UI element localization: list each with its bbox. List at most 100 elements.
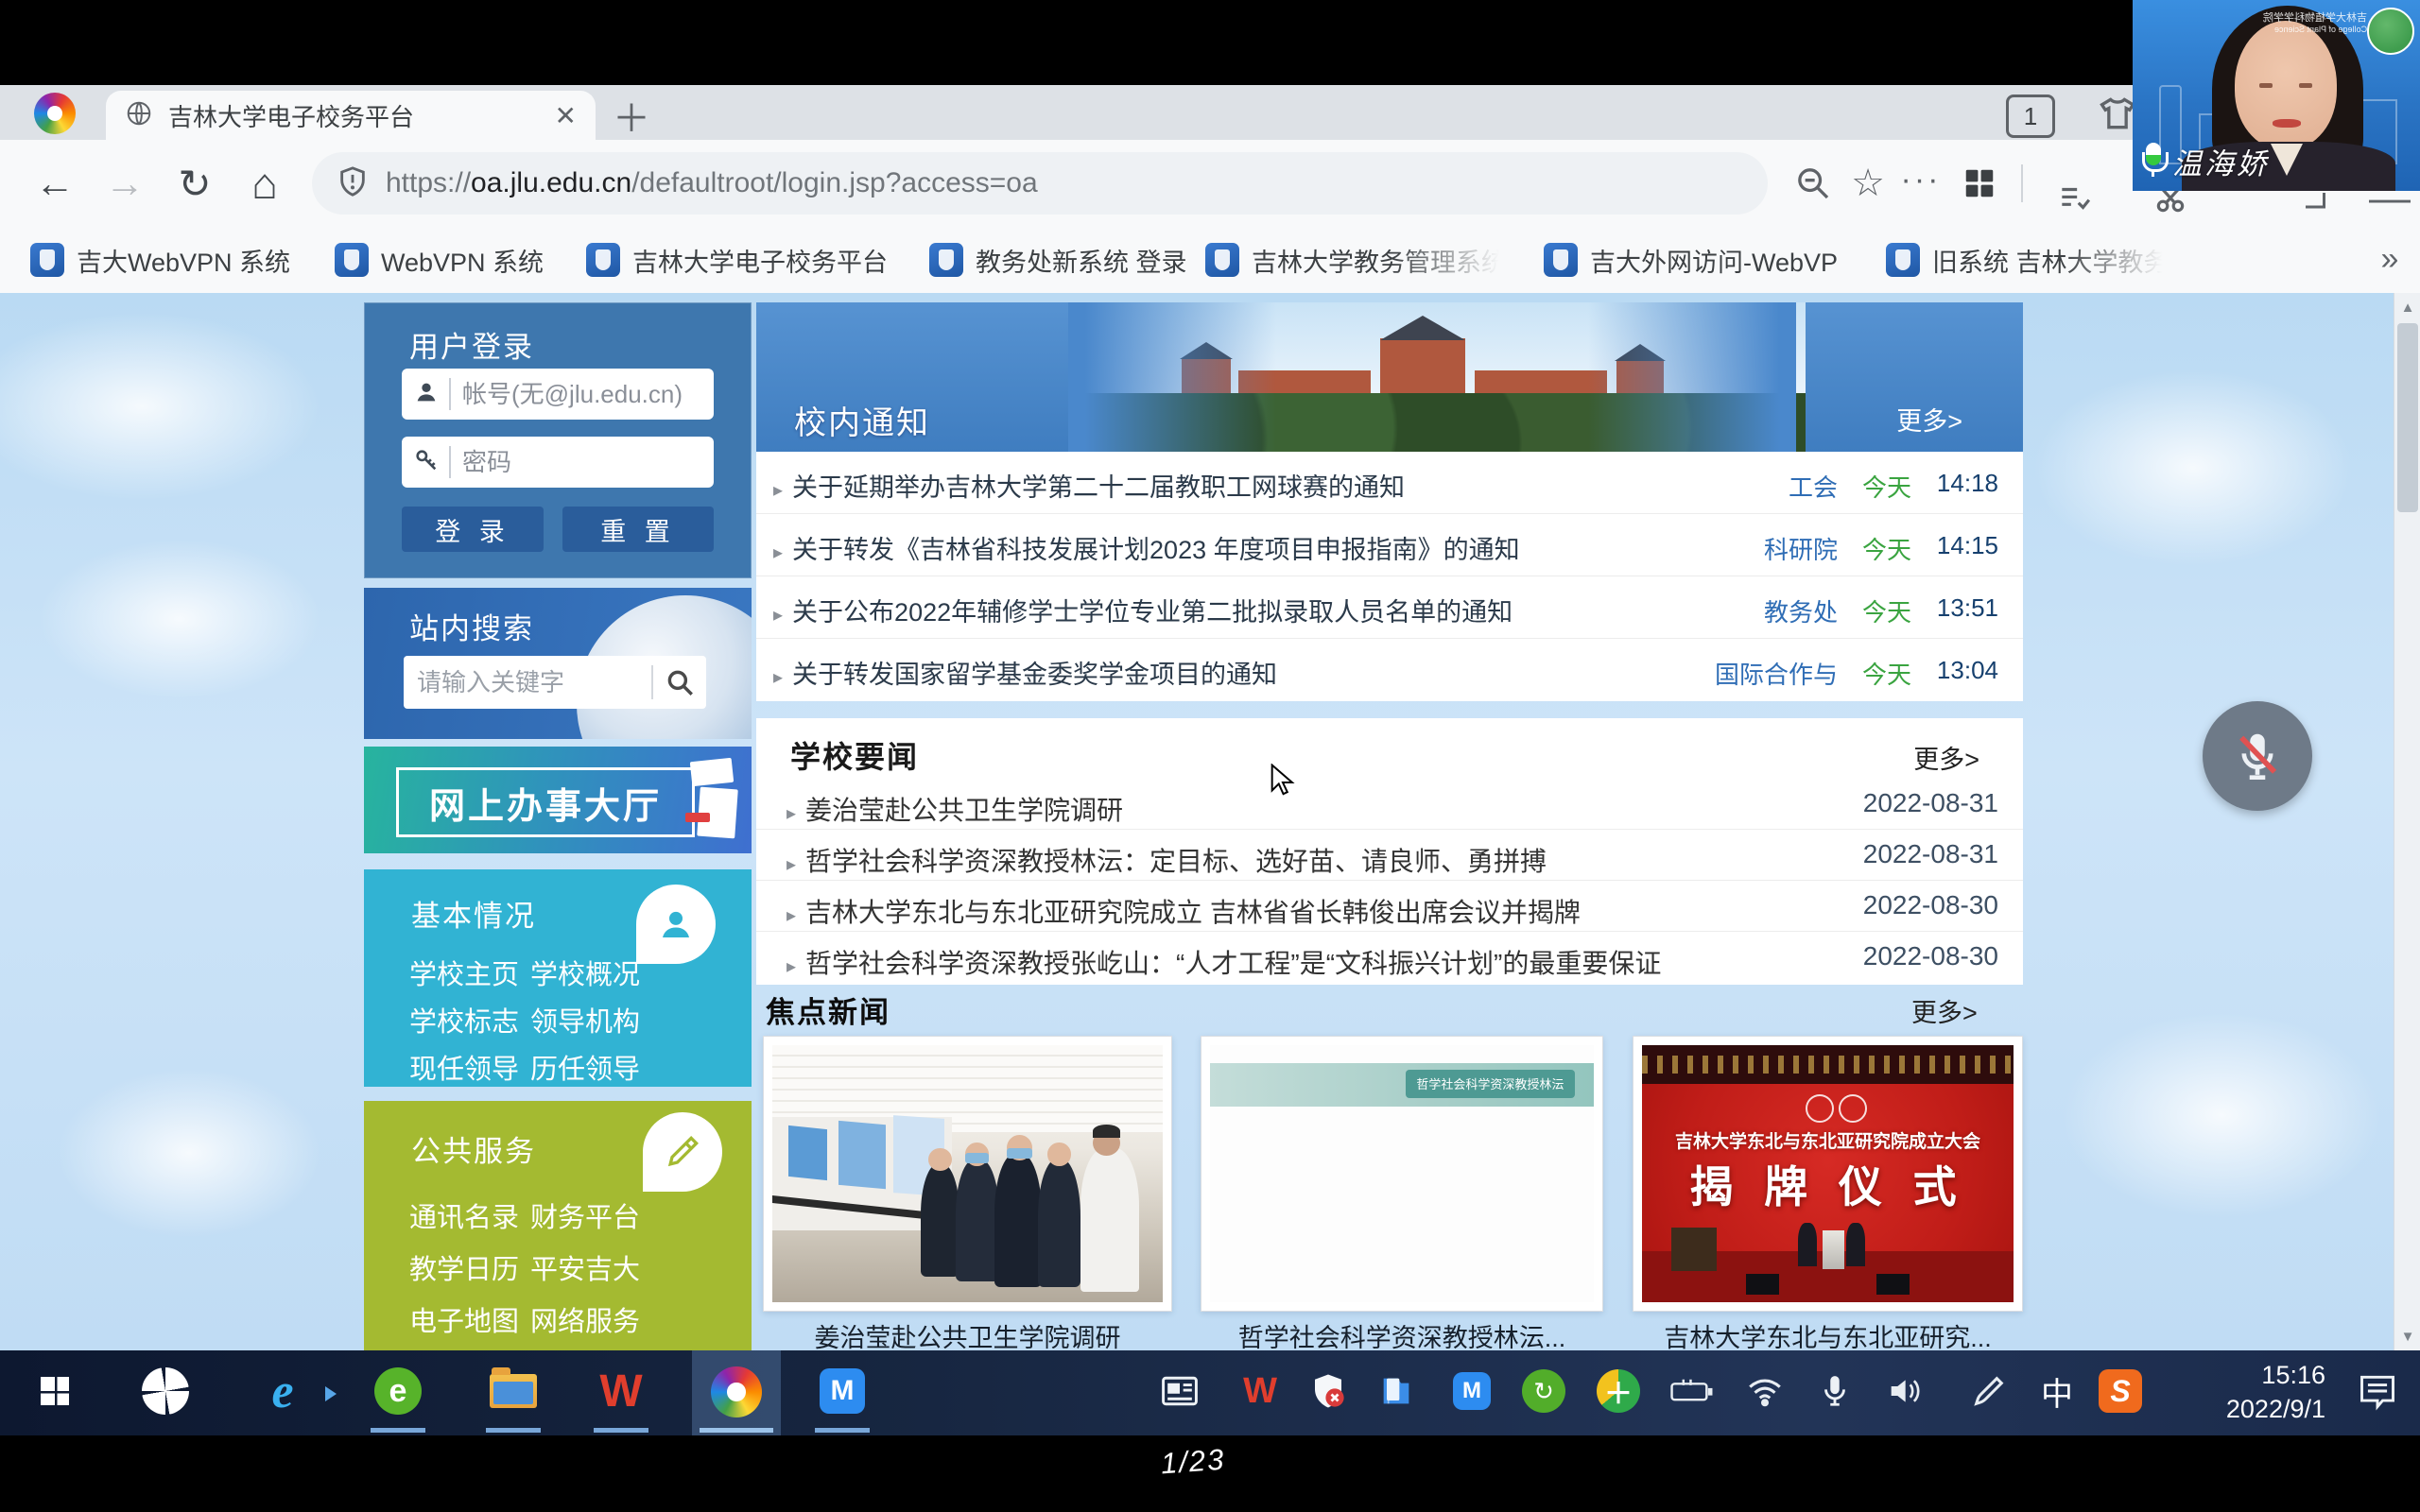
bottom-strip: 1/23 — [0, 1435, 2420, 1512]
tab-close-icon[interactable]: ✕ — [555, 100, 577, 131]
chrome-browser-icon[interactable] — [711, 1366, 762, 1418]
password-input[interactable] — [460, 447, 702, 478]
internet-explorer-icon[interactable]: e — [255, 1364, 310, 1418]
focus-caption[interactable]: 吉林大学东北与东北亚研究... — [1633, 1319, 2023, 1350]
focus-caption[interactable]: 姜治莹赴公共卫生学院调研 — [763, 1319, 1172, 1350]
page-info-shield-icon[interactable] — [337, 165, 369, 202]
notice-row[interactable]: 关于延期举办吉林大学第二十二届教职工网球赛的通知 工会 今天 14:18 — [756, 452, 2023, 514]
bookmark-item[interactable]: 旧系统 吉林大学教务 — [1886, 240, 2169, 280]
browser-logo-icon[interactable] — [34, 93, 76, 134]
update-tray-icon[interactable]: ↻ — [1516, 1364, 1571, 1418]
antivirus-tray-icon[interactable]: ＋ — [1591, 1364, 1646, 1418]
news-row[interactable]: 姜治莹赴公共卫生学院调研2022-08-31 — [756, 779, 2023, 830]
home-icon[interactable]: ⌂ — [238, 157, 291, 210]
news-more-link[interactable]: 更多> — [1913, 739, 1979, 776]
link-current-leaders[interactable]: 现任领导 — [409, 1047, 519, 1087]
browser-tab[interactable]: 吉林大学电子校务平台 ✕ — [106, 91, 596, 140]
vertical-scrollbar[interactable]: ▲ ▼ — [2394, 293, 2420, 1350]
bookmark-item[interactable]: 吉林大学教务管理系统 — [1205, 240, 1507, 280]
notice-row[interactable]: 关于转发《吉林省科技发展计划2023 年度项目申报指南》的通知 科研院 今天 1… — [756, 514, 2023, 576]
link-calendar[interactable]: 教学日历 — [409, 1247, 519, 1287]
focus-card-corridor[interactable] — [763, 1036, 1172, 1312]
files-tray-icon[interactable] — [1369, 1364, 1424, 1418]
apps-grid-icon[interactable] — [1953, 157, 2006, 210]
pen-tray-icon[interactable] — [1962, 1364, 2016, 1418]
security-alert-tray-icon[interactable] — [1301, 1364, 1356, 1418]
forward-icon[interactable]: → — [98, 157, 151, 210]
account-input[interactable] — [460, 379, 702, 410]
bookmark-item[interactable]: 吉林大学电子校务平台 — [586, 240, 888, 280]
reset-button[interactable]: 重 置 — [562, 507, 714, 552]
wps-tray-icon[interactable]: W — [1233, 1364, 1288, 1418]
bookmark-item[interactable]: 吉大WebVPN 系统 — [30, 240, 290, 280]
news-row[interactable]: 哲学社会科学资深教授林沄：定目标、选好苗、请良师、勇拼搏2022-08-31 — [756, 830, 2023, 881]
ime-chinese-tray-icon[interactable]: 中 — [2030, 1364, 2084, 1418]
search-magnifier-icon[interactable] — [653, 656, 706, 709]
sogou-tray-icon[interactable]: S — [2093, 1364, 2148, 1418]
news-reader-tray-icon[interactable] — [1152, 1364, 1207, 1418]
action-center-icon[interactable] — [2350, 1364, 2405, 1418]
news-row[interactable]: 吉林大学东北与东北亚研究院成立 吉林省省长韩俊出席会议并揭牌2022-08-30 — [756, 881, 2023, 932]
field-divider — [449, 446, 451, 478]
online-hall-banner[interactable]: 网上办事大厅 — [364, 747, 752, 853]
battery-tray-icon[interactable] — [1665, 1364, 1720, 1418]
focus-title: 焦点新闻 — [766, 988, 890, 1031]
scroll-up-icon[interactable]: ▲ — [2394, 293, 2420, 321]
running-indicator — [700, 1428, 773, 1433]
bookmarks-bar: 吉大WebVPN 系统 WebVPN 系统 吉林大学电子校务平台 教务处新系统 … — [0, 227, 2420, 294]
link-school-overview[interactable]: 学校概况 — [530, 953, 640, 992]
focus-more-link[interactable]: 更多> — [1911, 992, 1978, 1029]
more-menu-icon[interactable]: ··· — [1894, 153, 1947, 206]
microphone-tray-icon[interactable] — [1807, 1364, 1862, 1418]
focus-card-lecture[interactable]: 哲学社会科学资深教授林沄 — [1201, 1036, 1603, 1312]
search-pinwheel-icon[interactable] — [138, 1364, 193, 1418]
mic-muted-button[interactable] — [2203, 701, 2312, 811]
site-search-box[interactable] — [404, 656, 706, 709]
bookmark-item[interactable]: 教务处新系统 登录 — [929, 240, 1187, 280]
back-icon[interactable]: ← — [28, 157, 81, 210]
link-school-logo[interactable]: 学校标志 — [409, 1000, 519, 1040]
wps-office-icon[interactable]: W — [594, 1364, 648, 1418]
file-explorer-icon[interactable] — [486, 1364, 541, 1418]
site-search-input[interactable] — [404, 667, 651, 698]
url-bar[interactable]: https://oa.jlu.edu.cn/defaultroot/login.… — [312, 152, 1768, 215]
taskbar-clock[interactable]: 15:16 2022/9/1 — [2165, 1358, 2325, 1426]
link-safe-jlu[interactable]: 平安吉大 — [530, 1247, 640, 1287]
tab-counter[interactable]: 1 — [2006, 94, 2055, 138]
meeting-app-icon[interactable]: M — [815, 1364, 870, 1418]
bookmark-star-icon[interactable]: ☆ — [1841, 157, 1894, 210]
reload-icon[interactable]: ↻ — [168, 157, 221, 210]
bookmark-item[interactable]: WebVPN 系统 — [335, 240, 544, 280]
news-row[interactable]: 哲学社会科学资深教授张屹山：“人才工程”是“文科振兴计划”的最重要保证2022-… — [756, 932, 2023, 983]
key-icon — [413, 447, 440, 478]
meeting-tray-icon[interactable]: M — [1444, 1364, 1499, 1418]
focus-card-ceremony[interactable]: 吉林大学东北与东北亚研究院成立大会 揭 牌 仪 式 — [1633, 1036, 2023, 1312]
start-button[interactable] — [27, 1364, 82, 1418]
link-directory[interactable]: 通讯名录 — [409, 1195, 519, 1235]
speaker-tray-icon[interactable] — [1876, 1364, 1931, 1418]
browser-360-icon[interactable]: e — [371, 1364, 425, 1418]
account-field[interactable] — [402, 369, 714, 420]
bookmarks-overflow-chevron[interactable]: » — [2369, 238, 2411, 280]
wifi-tray-icon[interactable] — [1737, 1364, 1792, 1418]
link-leadership[interactable]: 领导机构 — [530, 1000, 640, 1040]
link-finance[interactable]: 财务平台 — [530, 1195, 640, 1235]
new-tab-button[interactable]: ＋ — [609, 94, 654, 136]
link-network[interactable]: 网络服务 — [530, 1299, 640, 1339]
zoom-out-icon[interactable] — [1787, 157, 1840, 210]
bookmark-item[interactable]: 吉大外网访问-WebVP — [1544, 240, 1838, 280]
password-field[interactable] — [402, 437, 714, 488]
link-e-map[interactable]: 电子地图 — [409, 1299, 519, 1339]
notices-more-link[interactable]: 更多> — [1896, 401, 1962, 438]
notice-row[interactable]: 关于公布2022年辅修学士学位专业第二批拟录取人员名单的通知 教务处 今天 13… — [756, 576, 2023, 639]
toolbar-divider — [2021, 164, 2023, 202]
notice-row[interactable]: 关于转发国家留学基金委奖学金项目的通知 国际合作与 今天 13:04 — [756, 639, 2023, 701]
link-school-home[interactable]: 学校主页 — [409, 953, 519, 992]
login-button[interactable]: 登 录 — [402, 507, 544, 552]
scrollbar-thumb[interactable] — [2397, 323, 2418, 512]
reading-list-icon[interactable] — [2048, 172, 2100, 225]
focus-caption[interactable]: 哲学社会科学资深教授林沄... — [1201, 1319, 1603, 1350]
scroll-down-icon[interactable]: ▼ — [2394, 1322, 2420, 1350]
link-past-leaders[interactable]: 历任领导 — [530, 1047, 640, 1087]
participant-eye — [2259, 83, 2273, 88]
